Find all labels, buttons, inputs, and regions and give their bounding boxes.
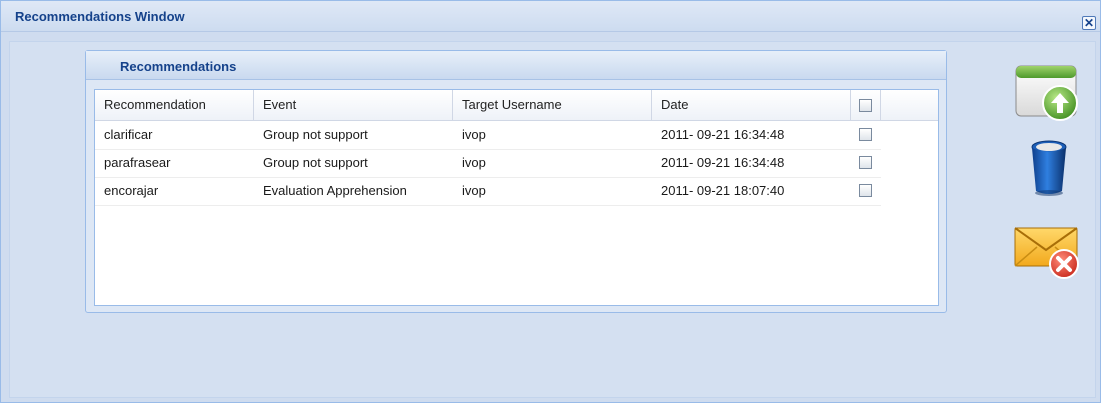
column-header-event[interactable]: Event	[254, 90, 453, 120]
cell-target-username: ivop	[462, 127, 486, 142]
recommendations-grid: Recommendation Event Target Username Dat…	[94, 89, 939, 306]
cell-event: Evaluation Apprehension	[263, 183, 407, 198]
cell-target-username: ivop	[462, 155, 486, 170]
recommendations-window: Recommendations Window ✕ Recommendations…	[0, 0, 1101, 403]
cell-date: 2011- 09-21 16:34:48	[661, 127, 785, 142]
trash-icon	[1031, 140, 1067, 196]
cell-recommendation: clarificar	[104, 127, 153, 142]
delete-message-button[interactable]	[1013, 225, 1083, 281]
cell-recommendation: encorajar	[104, 183, 159, 198]
cell-date: 2011- 09-21 18:07:40	[661, 183, 785, 198]
panel-header: Recommendations	[86, 51, 946, 80]
column-header-target-username[interactable]: Target Username	[453, 90, 652, 120]
close-button[interactable]: ✕	[1082, 16, 1096, 30]
select-all-checkbox[interactable]	[859, 99, 872, 112]
recommendations-panel: Recommendations Recommendation Event Tar…	[85, 50, 947, 313]
delete-mail-icon	[1014, 227, 1079, 279]
column-header-select	[851, 90, 881, 120]
close-icon: ✕	[1083, 16, 1095, 30]
window-titlebar[interactable]: Recommendations Window	[1, 1, 1100, 32]
column-header-date[interactable]: Date	[652, 90, 851, 120]
row-checkbox[interactable]	[859, 156, 872, 169]
cell-date: 2011- 09-21 16:34:48	[661, 155, 785, 170]
grid-header: Recommendation Event Target Username Dat…	[95, 90, 938, 121]
delete-button[interactable]	[1027, 139, 1075, 199]
table-row[interactable]: encorajar Evaluation Apprehension ivop 2…	[95, 177, 881, 206]
cell-event: Group not support	[263, 155, 368, 170]
table-row[interactable]: clarificar Group not support ivop 2011- …	[95, 121, 881, 150]
upload-icon	[1015, 65, 1078, 121]
window-title: Recommendations Window	[15, 9, 185, 24]
row-checkbox[interactable]	[859, 184, 872, 197]
cell-event: Group not support	[263, 127, 368, 142]
table-row[interactable]: parafrasear Group not support ivop 2011-…	[95, 149, 881, 178]
cell-recommendation: parafrasear	[104, 155, 171, 170]
panel-title: Recommendations	[120, 59, 237, 74]
cell-target-username: ivop	[462, 183, 486, 198]
row-checkbox[interactable]	[859, 128, 872, 141]
column-header-recommendation[interactable]: Recommendation	[95, 90, 254, 120]
upload-button[interactable]	[1013, 63, 1083, 123]
